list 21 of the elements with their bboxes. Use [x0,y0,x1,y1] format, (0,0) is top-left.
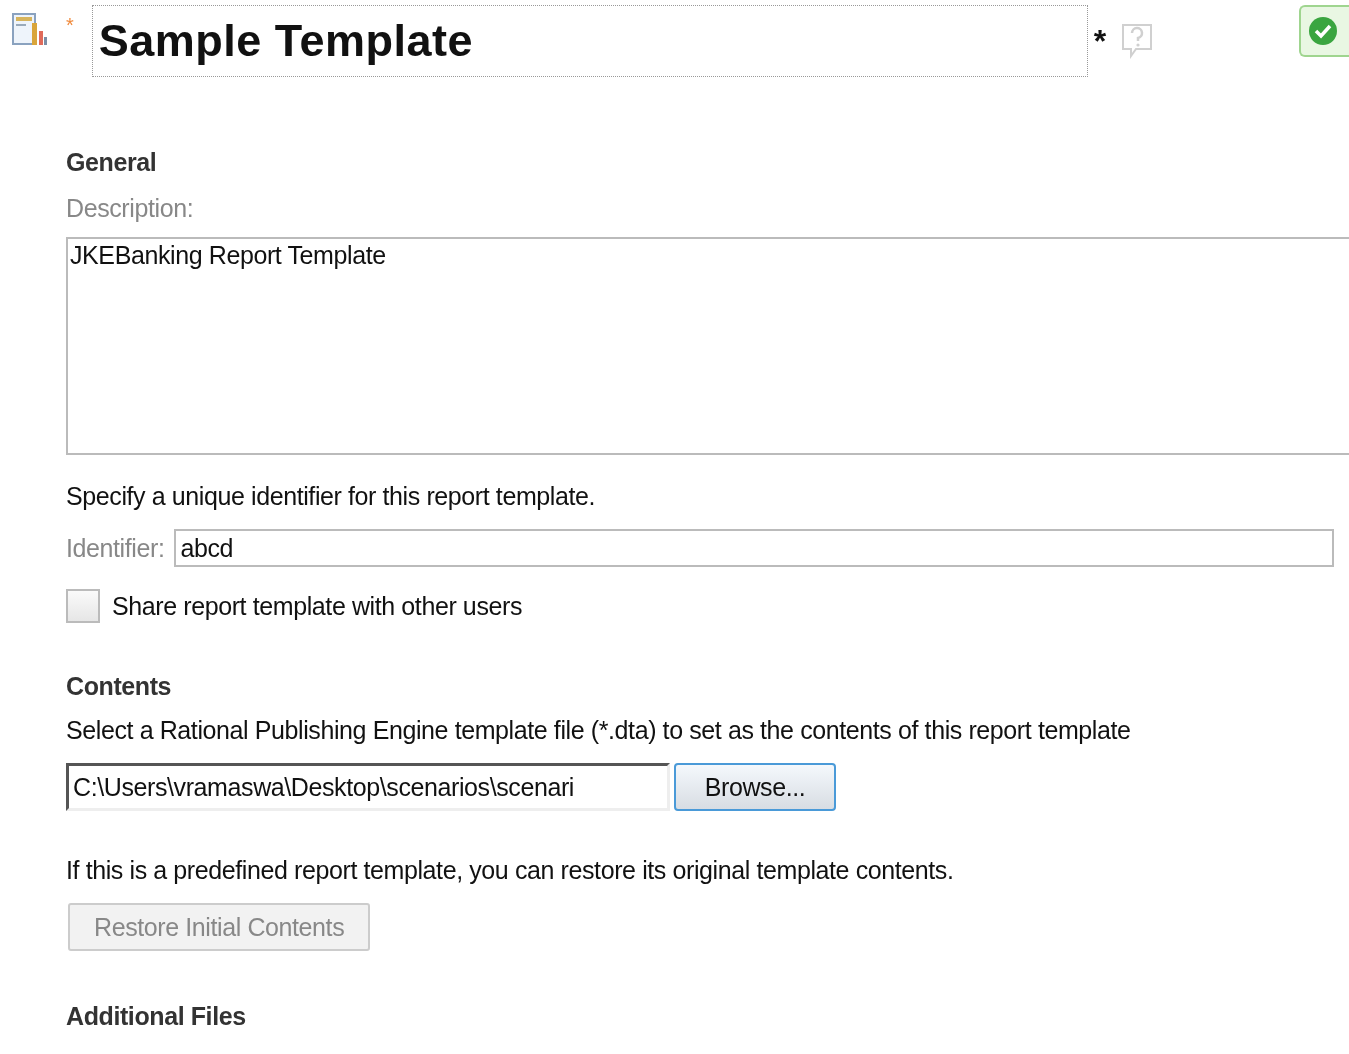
identifier-field[interactable]: abcd [174,529,1335,567]
browse-button[interactable]: Browse... [674,763,836,811]
report-template-icon [12,13,48,47]
checkbox[interactable] [66,589,100,623]
field-label: Description: [66,193,195,223]
section-heading: General [66,147,158,177]
required-mark: * [1093,25,1107,57]
help-icon[interactable] [1120,23,1155,59]
save-button[interactable] [1299,5,1349,57]
field-label: Identifier: [66,533,165,563]
instruction-text: Select a Rational Publishing Engine template file (*.dta) to set as the contents of this report template [66,715,1132,745]
title-field[interactable]: Sample Template [91,5,1088,77]
required-mark: * [66,15,74,35]
section-heading: Contents [66,671,173,701]
hint-text: If this is a predefined report template, you can restore its original template contents. [66,855,955,885]
file-path-field[interactable]: C:\Users\vramaswa\Desktop\scenarios\scenari [66,763,670,811]
hint-text: Specify a unique identifier for this report template. [66,481,597,511]
check-icon [1307,15,1339,47]
checkbox-label[interactable]: Share report template with other users [112,591,522,621]
section-heading: Additional Files [66,1001,247,1031]
description-field[interactable]: JKEBanking Report Template [66,237,1349,455]
